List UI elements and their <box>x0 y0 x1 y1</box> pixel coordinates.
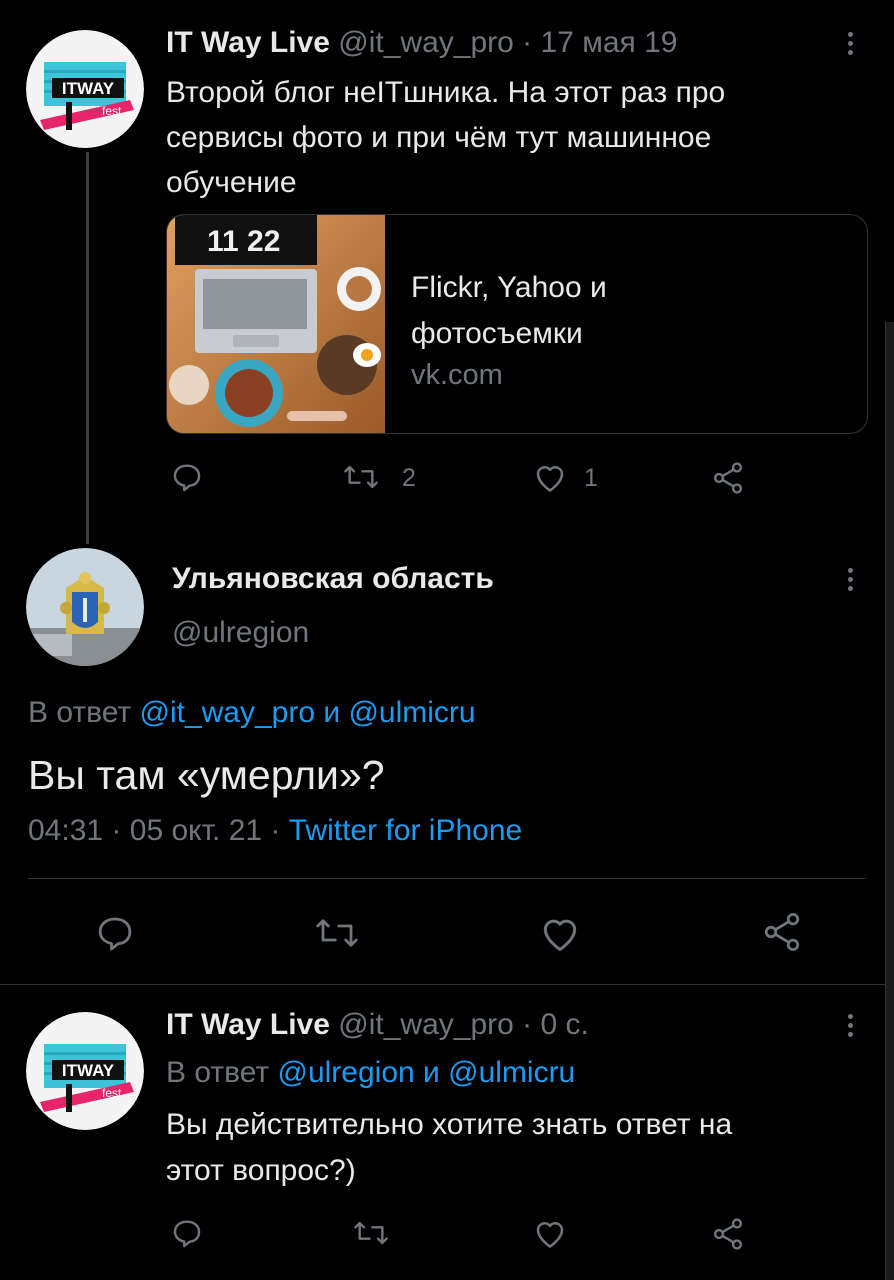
display-name[interactable]: IT Way Live <box>166 26 330 59</box>
heart-icon <box>543 919 577 951</box>
reply-users[interactable]: @ulregion и @ulmicru <box>277 1056 575 1089</box>
reply-icon <box>173 464 201 492</box>
reply-context: В ответ @ulregion и @ulmicru <box>166 1054 575 1092</box>
reply-icon <box>173 1220 201 1248</box>
like-button[interactable] <box>532 1216 568 1250</box>
display-name[interactable]: Ульяновская область <box>172 560 494 598</box>
tweet-text: Вы там «умерли»? <box>28 752 385 798</box>
separator: · <box>522 1008 533 1041</box>
reply-button[interactable] <box>170 1216 204 1250</box>
svg-text:ITWAY: ITWAY <box>62 79 115 98</box>
more-options-icon[interactable] <box>848 32 854 59</box>
heart-icon <box>536 466 564 492</box>
separator: · <box>522 26 533 59</box>
retweet-icon <box>316 919 358 947</box>
retweet-button[interactable] <box>314 912 360 954</box>
tweet-text: Вы действительно хотите знать ответ на э… <box>166 1108 733 1187</box>
svg-text:fest: fest <box>102 1086 122 1100</box>
date[interactable]: 05 окт. 21 <box>130 814 262 847</box>
tweet-header: IT Way Live @it_way_pro · 0 с. <box>166 1006 589 1044</box>
link-card[interactable]: 11 22 Flickr, Yahoo и фотосъемки vk.com <box>166 214 868 434</box>
like-button[interactable] <box>538 912 582 954</box>
reply-icon <box>98 917 132 951</box>
link-card-title: Flickr, Yahoo и <box>411 271 607 304</box>
link-card-text: Flickr, Yahoo и фотосъемки vk.com <box>411 265 607 393</box>
heart-icon <box>536 1222 564 1248</box>
tweet-text: Второй блог неITшника. На этот раз про с… <box>166 76 726 199</box>
reply-button[interactable] <box>94 912 136 954</box>
share-icon <box>764 913 800 951</box>
retweet-icon <box>344 465 378 489</box>
retweet-button[interactable] <box>342 460 380 494</box>
divider <box>0 984 894 985</box>
link-card-domain: vk.com <box>411 359 503 391</box>
avatar-itway[interactable]: ITWAY fest <box>26 30 144 148</box>
like-count: 1 <box>584 464 598 492</box>
handle[interactable]: @ulregion <box>172 614 309 652</box>
tweet-meta: 04:31 · 05 окт. 21 · Twitter for iPhone <box>28 814 523 847</box>
timestamp[interactable]: 17 мая 19 <box>541 26 678 59</box>
more-options-icon[interactable] <box>848 1014 854 1041</box>
reply-context: В ответ @it_way_pro и @ulmicru <box>28 694 476 732</box>
share-icon <box>713 462 743 494</box>
reply-users[interactable]: @it_way_pro и @ulmicru <box>139 696 475 729</box>
share-button[interactable] <box>760 910 804 954</box>
reply-prefix: В ответ <box>166 1056 270 1089</box>
thread-connector <box>86 152 89 544</box>
svg-text:11 22: 11 22 <box>207 225 280 258</box>
reply-prefix: В ответ <box>28 696 132 729</box>
share-icon <box>713 1218 743 1250</box>
link-card-image: 11 22 <box>167 215 385 433</box>
retweet-icon <box>354 1221 388 1245</box>
svg-text:ITWAY: ITWAY <box>62 1061 115 1080</box>
retweet-button[interactable] <box>352 1216 390 1250</box>
timestamp[interactable]: 0 с. <box>541 1008 589 1041</box>
like-button[interactable] <box>532 460 568 494</box>
handle[interactable]: @it_way_pro <box>338 26 514 59</box>
reply-button[interactable] <box>170 460 204 494</box>
avatar-ulregion[interactable] <box>26 548 144 666</box>
source-link[interactable]: Twitter for iPhone <box>289 814 522 847</box>
share-button[interactable] <box>710 460 746 496</box>
time[interactable]: 04:31 <box>28 814 103 847</box>
scrollbar[interactable] <box>885 322 894 1280</box>
link-card-title-2: фотосъемки <box>411 317 583 350</box>
share-button[interactable] <box>710 1216 746 1252</box>
handle[interactable]: @it_way_pro <box>338 1008 514 1041</box>
svg-text:fest: fest <box>102 104 122 118</box>
tweet-header: IT Way Live @it_way_pro · 17 мая 19 <box>166 24 677 62</box>
divider <box>28 878 866 879</box>
more-options-icon[interactable] <box>848 568 854 595</box>
retweet-count: 2 <box>402 464 416 492</box>
display-name[interactable]: IT Way Live <box>166 1008 330 1041</box>
avatar-itway[interactable]: ITWAY fest <box>26 1012 144 1130</box>
